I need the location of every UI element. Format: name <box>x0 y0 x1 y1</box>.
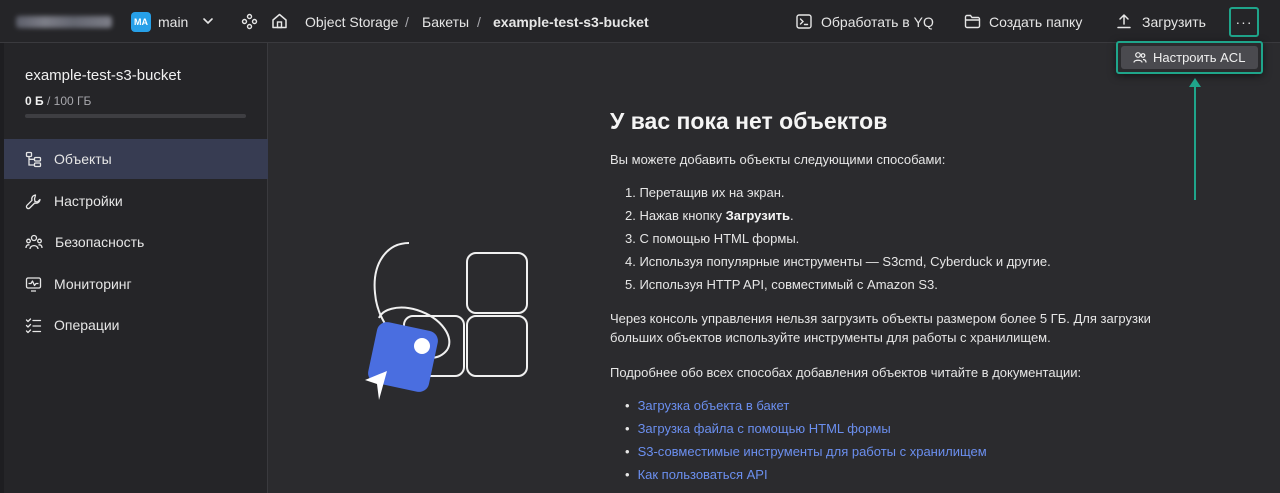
sidebar: example-test-s3-bucket 0 Б / 100 ГБ Объе… <box>0 43 268 493</box>
list-item-text: . <box>790 208 794 223</box>
list-item: 2. Нажав кнопку Загрузить. <box>625 208 794 223</box>
sidebar-item-label: Настройки <box>54 193 123 209</box>
doc-link-s3-tools[interactable]: S3-совместимые инструменты для работы с … <box>625 444 987 459</box>
more-actions-button[interactable]: ··· <box>1229 7 1259 37</box>
sidebar-item-label: Мониторинг <box>54 276 132 292</box>
bucket-title: example-test-s3-bucket <box>25 67 181 84</box>
home-icon[interactable] <box>271 12 288 30</box>
list-item: 4. Используя популярные инструменты — S3… <box>625 254 1051 269</box>
breadcrumb-buckets[interactable]: Бакеты <box>422 14 469 30</box>
create-folder-button[interactable]: Создать папку <box>989 14 1082 30</box>
checklist-icon <box>25 317 42 333</box>
list-item-text: 2. Нажав кнопку <box>625 208 726 223</box>
main-content: У вас пока нет объектов Вы можете добави… <box>269 43 1280 493</box>
storage-total: / 100 ГБ <box>46 94 92 108</box>
list-item: 5. Используя HTTP API, совместимый с Ama… <box>625 277 938 292</box>
sidebar-item-operations[interactable]: Операции <box>4 305 268 345</box>
breadcrumb-separator: / <box>477 14 481 30</box>
cloud-name-blurred[interactable] <box>16 16 112 28</box>
list-item: 1. Перетащив их на экран. <box>625 185 785 200</box>
empty-bucket-illustration <box>365 242 528 400</box>
wrench-icon <box>25 193 41 209</box>
upload-button[interactable]: Загрузить <box>1142 14 1206 30</box>
size-limit-note-line-2: больших объектов используйте инструменты… <box>610 330 1051 345</box>
users-icon <box>25 234 43 249</box>
process-yq-button[interactable]: Обработать в YQ <box>821 14 934 30</box>
sidebar-item-settings[interactable]: Настройки <box>4 181 268 221</box>
chevron-down-icon[interactable] <box>201 14 215 28</box>
objects-icon <box>25 151 42 167</box>
monitor-icon <box>25 276 42 292</box>
sidebar-item-objects[interactable]: Объекты <box>4 139 268 179</box>
breadcrumb-current-bucket: example-test-s3-bucket <box>493 14 649 30</box>
breadcrumb-separator: / <box>405 14 409 30</box>
top-bar: MA main Object Storage / Бакеты / exampl… <box>0 0 1280 43</box>
doc-link-upload-object[interactable]: Загрузка объекта в бакет <box>625 398 790 413</box>
sidebar-item-monitoring[interactable]: Мониторинг <box>4 264 268 304</box>
upload-icon <box>1117 14 1131 29</box>
storage-progress-bar <box>25 114 246 118</box>
folder-icon <box>964 14 981 29</box>
storage-usage: 0 Б / 100 ГБ <box>25 94 91 108</box>
sidebar-item-label: Объекты <box>54 151 112 167</box>
upload-highlight: Загрузить <box>725 208 791 223</box>
sidebar-item-security[interactable]: Безопасность <box>4 222 268 262</box>
list-item: 3. С помощью HTML формы. <box>625 231 800 246</box>
sidebar-item-label: Операции <box>54 317 120 333</box>
folder-name[interactable]: main <box>158 14 188 30</box>
storage-used: 0 Б <box>25 94 44 108</box>
docs-intro: Подробнее обо всех способах добавления о… <box>610 365 1082 380</box>
doc-link-html-form[interactable]: Загрузка файла с помощью HTML формы <box>625 421 891 436</box>
empty-state-intro: Вы можете добавить объекты следующими сп… <box>610 152 946 167</box>
folder-avatar[interactable]: MA <box>131 12 151 32</box>
empty-state-title: У вас пока нет объектов <box>610 108 888 134</box>
services-icon[interactable] <box>241 13 258 30</box>
sidebar-item-label: Безопасность <box>55 234 145 250</box>
doc-link-api[interactable]: Как пользоваться API <box>625 467 768 482</box>
more-actions-label: ··· <box>1235 14 1253 30</box>
left-edge-strip <box>0 43 4 493</box>
size-limit-note-line-1: Через консоль управления нельзя загрузит… <box>610 311 1151 326</box>
breadcrumb-object-storage[interactable]: Object Storage <box>305 14 398 30</box>
terminal-icon <box>796 14 812 29</box>
